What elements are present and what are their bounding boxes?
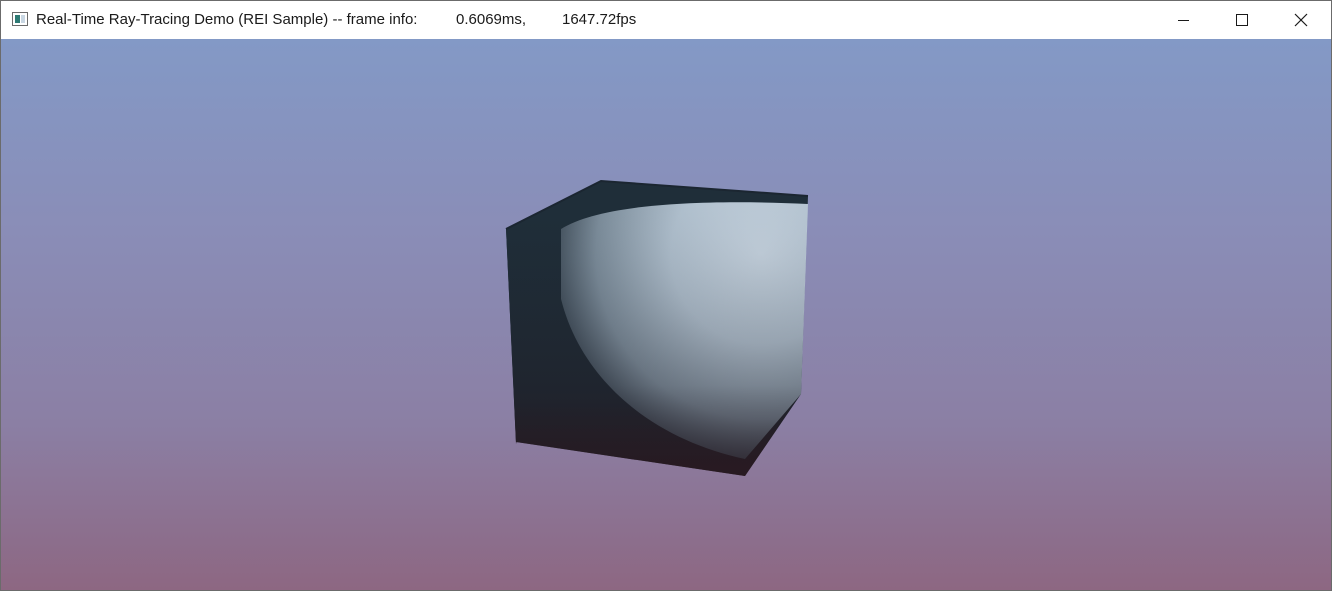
minimize-icon — [1178, 20, 1189, 21]
close-icon — [1294, 13, 1308, 27]
title-bar[interactable]: Real-Time Ray-Tracing Demo (REI Sample) … — [1, 1, 1331, 39]
maximize-button[interactable] — [1213, 1, 1271, 39]
maximize-icon — [1236, 14, 1248, 26]
frame-time-readout: 0.6069ms, — [456, 11, 527, 28]
window-title: Real-Time Ray-Tracing Demo (REI Sample) … — [36, 11, 418, 28]
app-icon[interactable] — [12, 12, 28, 26]
render-viewport[interactable] — [1, 39, 1331, 590]
minimize-button[interactable] — [1155, 1, 1213, 39]
app-window: Real-Time Ray-Tracing Demo (REI Sample) … — [0, 0, 1332, 591]
fps-readout: 1647.72fps — [562, 11, 637, 28]
raytraced-cube — [505, 179, 809, 476]
close-button[interactable] — [1272, 1, 1330, 39]
